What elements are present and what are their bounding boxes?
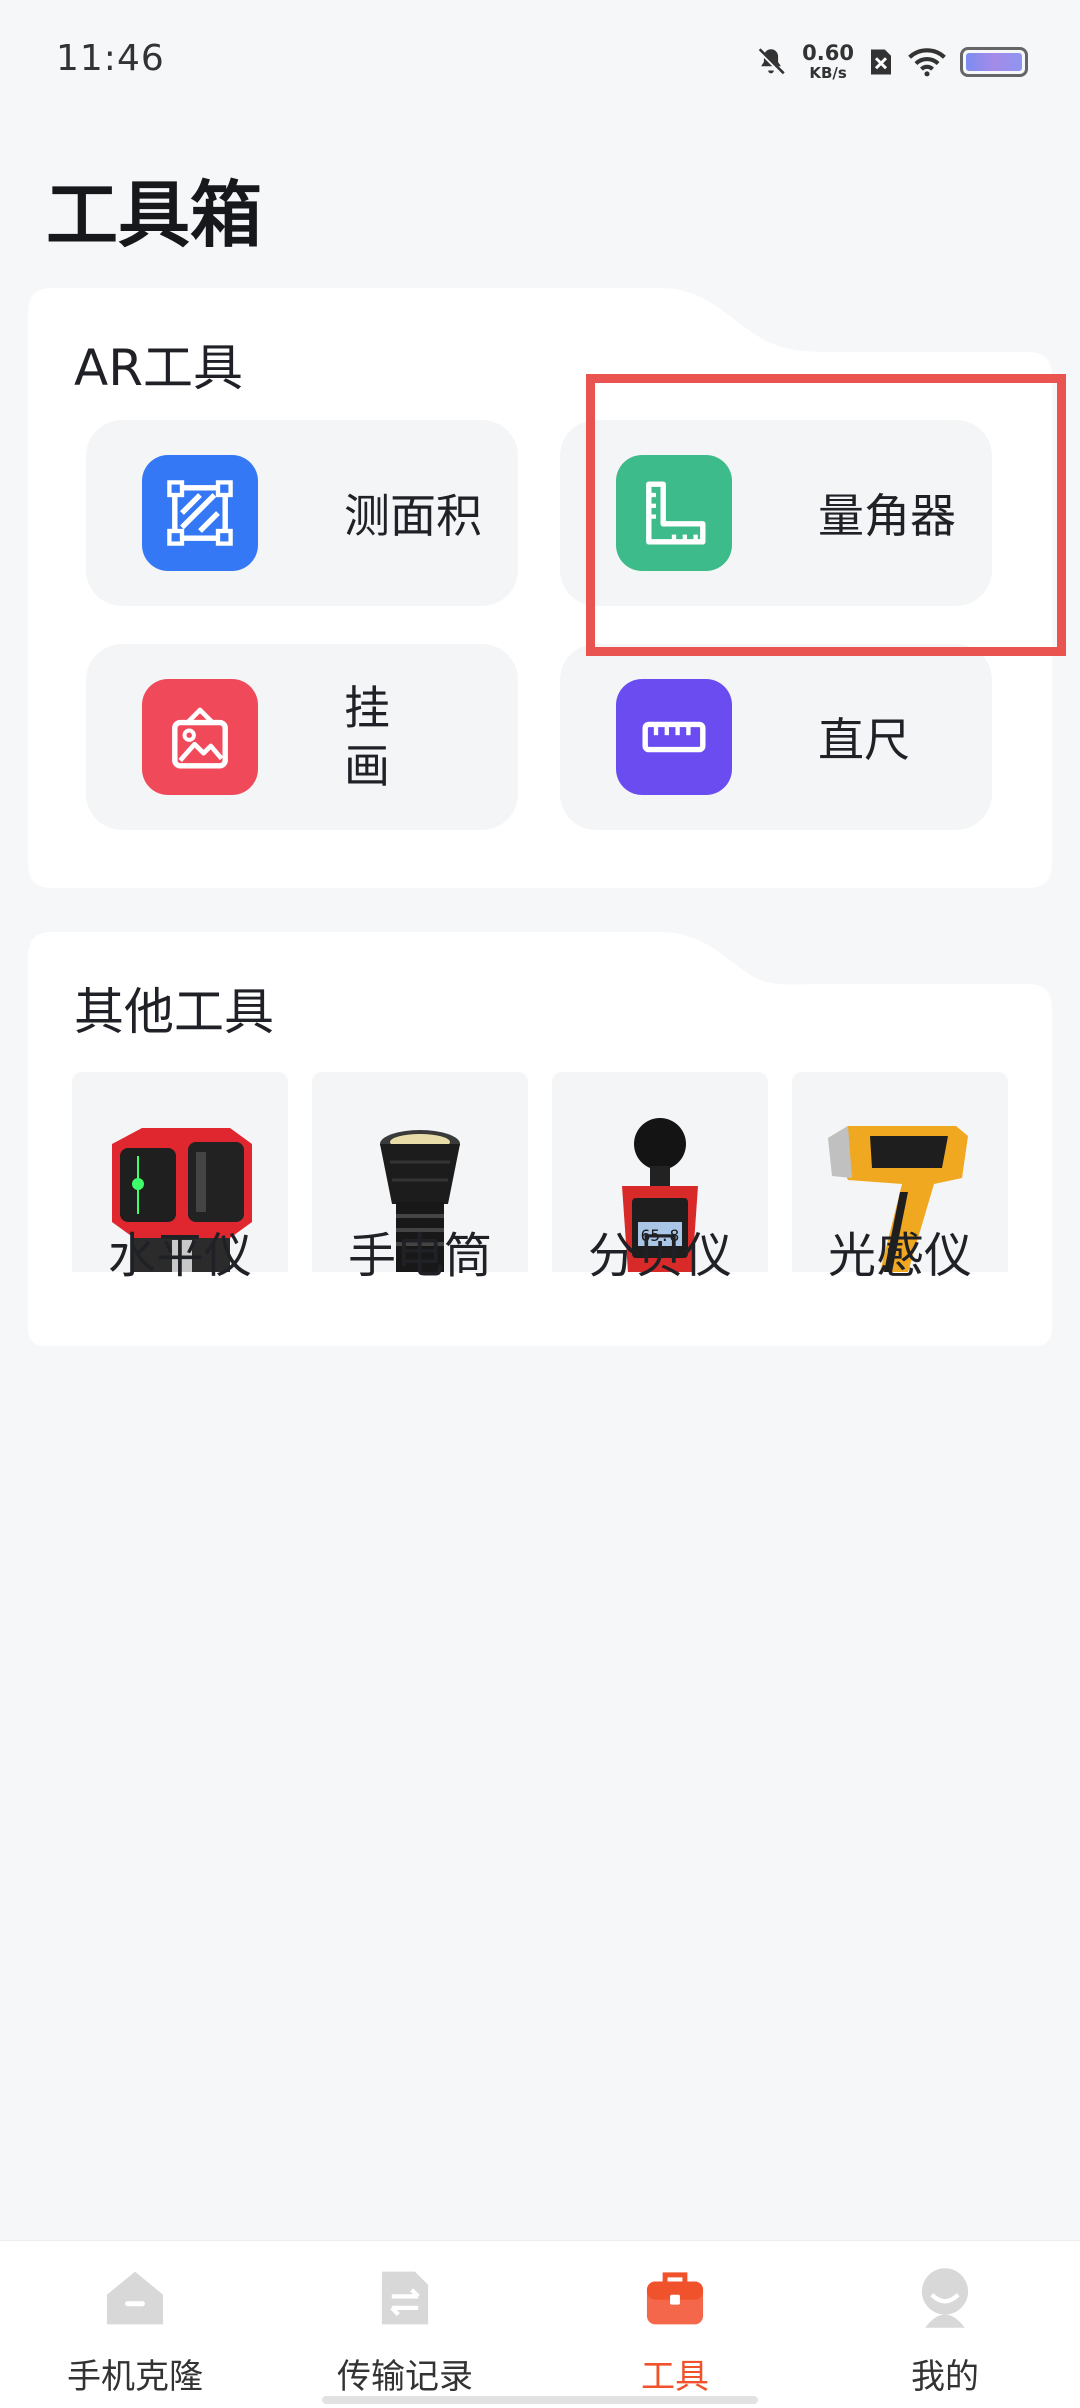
other-tools-card: 其他工具 水平仪 手电筒 65.8 分贝仪 光感仪 bbox=[28, 932, 1052, 1346]
nav-item-phone-clone[interactable]: 手机克隆 bbox=[0, 2241, 270, 2408]
tool-decibel-meter[interactable]: 65.8 分贝仪 bbox=[552, 1072, 768, 1342]
status-bar: 11:46 0.60 KB/s bbox=[0, 0, 1080, 120]
status-icons: 0.60 KB/s bbox=[754, 38, 1028, 86]
tool-hang-picture[interactable]: 挂画 bbox=[86, 644, 518, 830]
nav-item-tools[interactable]: 工具 bbox=[540, 2241, 810, 2408]
bell-mute-icon bbox=[756, 47, 786, 77]
tool-name: 手电筒 bbox=[347, 1228, 492, 1284]
page-title: 工具箱 bbox=[46, 173, 263, 257]
net-speed: 0.60 KB/s bbox=[802, 43, 854, 81]
nav-label: 手机克隆 bbox=[67, 2357, 203, 2397]
nav-label: 传输记录 bbox=[337, 2357, 473, 2397]
tool-label: 挂画 bbox=[344, 681, 390, 793]
toolbox-icon bbox=[646, 2272, 704, 2325]
tool-name: 光感仪 bbox=[827, 1228, 972, 1284]
tool-flashlight[interactable]: 手电筒 bbox=[312, 1072, 528, 1342]
ar-tools-title: AR工具 bbox=[74, 339, 243, 397]
bottom-nav: 手机克隆 传输记录 工具 我的 bbox=[0, 2240, 1080, 2408]
tool-name: 分贝仪 bbox=[587, 1228, 732, 1284]
net-speed-unit: KB/s bbox=[809, 64, 847, 82]
home-clone-icon bbox=[106, 2271, 164, 2325]
highlight-box bbox=[586, 374, 1066, 656]
tool-label: 测面积 bbox=[344, 489, 482, 543]
hang-picture-icon bbox=[142, 679, 258, 795]
sim-blocked-icon bbox=[871, 49, 891, 75]
area-measure-icon bbox=[142, 455, 258, 571]
tool-light-meter[interactable]: 光感仪 bbox=[792, 1072, 1008, 1342]
tool-label: 直尺 bbox=[818, 713, 910, 767]
tool-name: 水平仪 bbox=[107, 1228, 252, 1284]
profile-icon bbox=[921, 2268, 969, 2328]
battery-icon bbox=[960, 47, 1028, 77]
tool-laser-level[interactable]: 水平仪 bbox=[72, 1072, 288, 1342]
home-indicator[interactable] bbox=[322, 2396, 758, 2404]
ruler-icon bbox=[616, 679, 732, 795]
status-time: 11:46 bbox=[56, 38, 165, 79]
net-speed-value: 0.60 bbox=[802, 41, 854, 65]
nav-item-profile[interactable]: 我的 bbox=[810, 2241, 1080, 2408]
nav-label: 我的 bbox=[911, 2357, 979, 2397]
other-tools-title: 其他工具 bbox=[74, 983, 274, 1041]
wifi-icon bbox=[908, 48, 946, 77]
tool-ruler[interactable]: 直尺 bbox=[560, 644, 992, 830]
nav-label: 工具 bbox=[641, 2357, 709, 2397]
tool-area-measure[interactable]: 测面积 bbox=[86, 420, 518, 606]
nav-item-transfer-record[interactable]: 传输记录 bbox=[270, 2241, 540, 2408]
transfer-record-icon bbox=[381, 2271, 429, 2325]
